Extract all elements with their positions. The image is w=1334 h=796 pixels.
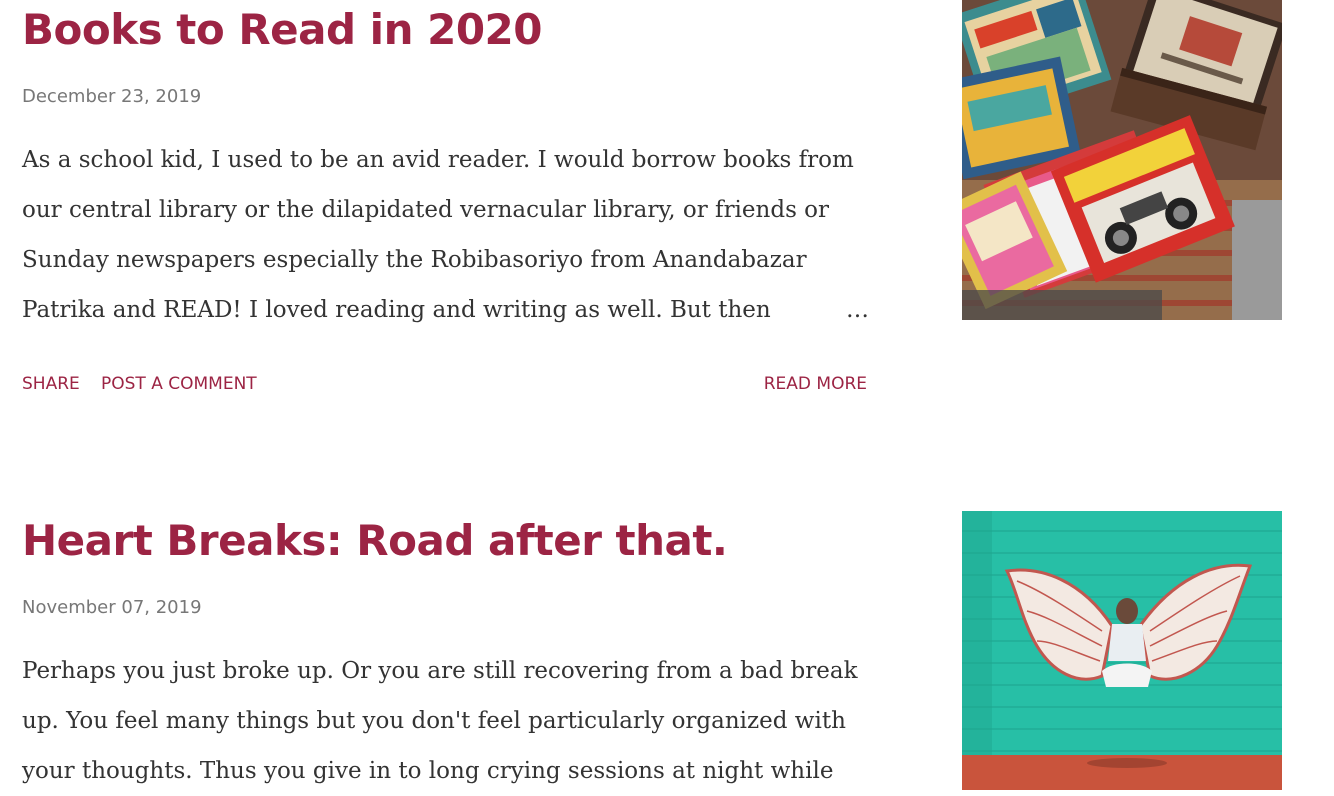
share-button[interactable]: SHARE [22,372,80,396]
snippet-line: our central library or the dilapidated v… [22,197,830,223]
post-thumbnail[interactable] [962,0,1282,320]
post-snippet: As a school kid, I used to be an avid re… [22,135,882,335]
snippet-line: your thoughts. Thus you give in to long … [22,758,834,784]
read-more-link[interactable]: READ MORE [764,372,867,396]
post-thumbnail[interactable] [962,511,1282,790]
snippet-line: Patrika and READ! I loved reading and wr… [22,297,771,323]
post-comment-link[interactable]: POST A COMMENT [101,372,257,396]
blog-post: Heart Breaks: Road after that. November … [0,511,1334,790]
snippet-line: up. You feel many things but you don't f… [22,708,846,734]
post-actions: SHARE POST A COMMENT READ MORE [22,372,867,396]
snippet-ellipsis: … [846,297,869,323]
post-title-link[interactable]: Heart Breaks: Road after that. [22,516,728,566]
snippet-line: Sunday newspapers especially the Robibas… [22,247,807,273]
snippet-line: As a school kid, I used to be an avid re… [22,147,854,173]
snippet-line: Perhaps you just broke up. Or you are st… [22,658,858,684]
angel-wings-mural-photo-icon [962,511,1282,790]
blog-post: Books to Read in 2020 December 23, 2019 … [0,0,1334,440]
post-snippet: Perhaps you just broke up. Or you are st… [22,646,882,796]
books-magazines-photo-icon [962,0,1282,320]
post-date[interactable]: November 07, 2019 [22,596,202,620]
post-date[interactable]: December 23, 2019 [22,85,201,109]
post-title-link[interactable]: Books to Read in 2020 [22,5,543,55]
